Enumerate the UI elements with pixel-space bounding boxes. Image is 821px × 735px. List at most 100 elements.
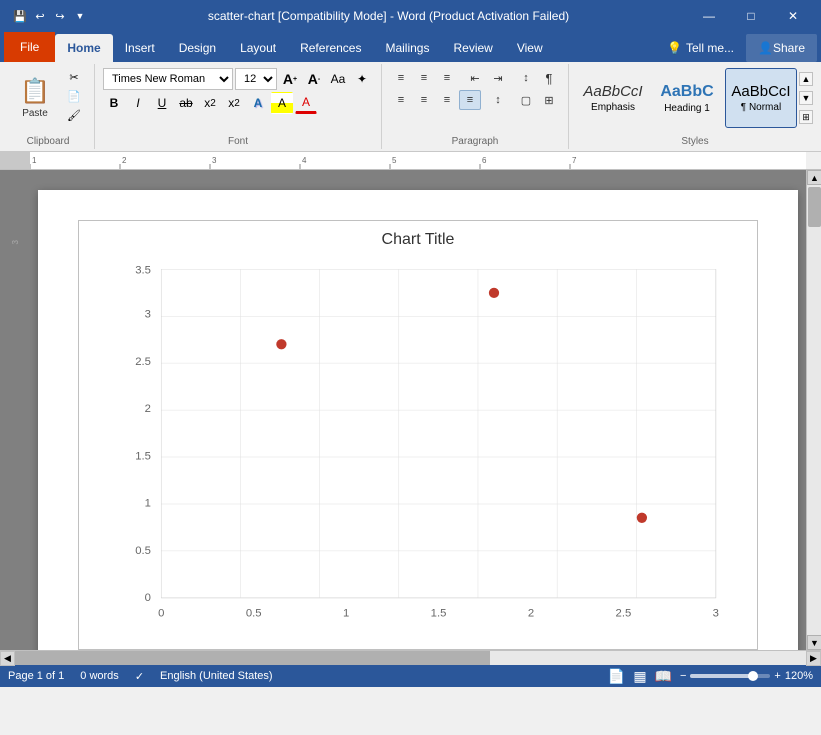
zoom-level[interactable]: 120% [785,670,813,682]
language[interactable]: English (United States) [160,670,273,682]
minimize-button[interactable]: — [689,0,729,32]
font-color-button[interactable]: A [295,92,317,114]
tab-layout[interactable]: Layout [228,34,288,62]
zoom-plus-button[interactable]: + [774,670,780,682]
proofing-icon[interactable]: ✓ [135,670,144,683]
cut-button[interactable]: ✂ [62,68,86,86]
align-left-button[interactable]: ≡ [390,90,412,110]
view-read-icon[interactable]: 📖 [655,668,672,685]
underline-button[interactable]: U [151,92,173,114]
zoom-slider[interactable] [690,674,770,678]
share-button[interactable]: 👤 Share [746,34,817,62]
vertical-scrollbar[interactable]: ▲ ▼ [806,170,821,650]
normal-label: ¶ Normal [741,102,781,113]
styles-scroll-down[interactable]: ▼ [799,91,813,105]
italic-button[interactable]: I [127,92,149,114]
clear-formatting-button[interactable]: ✦ [351,68,373,90]
svg-text:1.5: 1.5 [135,450,151,462]
styles-scroll-up[interactable]: ▲ [799,72,813,86]
data-point-2[interactable] [489,288,499,298]
document-scroll[interactable]: Chart Title [30,170,806,650]
align-right-button[interactable]: ≡ [436,90,458,110]
page-info: Page 1 of 1 [8,670,64,682]
scroll-thumb[interactable] [808,187,821,227]
zoom-minus-button[interactable]: − [680,670,686,682]
styles-arrow[interactable]: ▲ ▼ ⊞ [799,68,813,128]
maximize-button[interactable]: □ [731,0,771,32]
tab-review[interactable]: Review [441,34,504,62]
window-controls[interactable]: — □ ✕ [689,0,813,32]
strikethrough-button[interactable]: ab [175,92,197,114]
scroll-track[interactable] [807,185,821,635]
ribbon-group-paragraph: ≡ ≡ ≡ ⇤ ⇥ ↕ ¶ ≡ ≡ ≡ ≡ ↕ [382,64,569,149]
tab-mailings[interactable]: Mailings [373,34,441,62]
data-point-3[interactable] [637,513,647,523]
scroll-left-button[interactable]: ◀ [0,651,15,666]
styles-container: AaBbCcI Emphasis AaBbC Heading 1 AaBbCcI… [577,68,813,128]
style-emphasis[interactable]: AaBbCcI Emphasis [577,68,649,128]
tab-home[interactable]: Home [55,34,112,62]
style-normal[interactable]: AaBbCcI ¶ Normal [725,68,797,128]
tab-design[interactable]: Design [167,34,228,62]
horizontal-scrollbar[interactable]: ◀ ▶ [0,650,821,665]
style-heading1[interactable]: AaBbC Heading 1 [651,68,723,128]
tab-view[interactable]: View [505,34,555,62]
h-scroll-track[interactable] [15,651,806,665]
bullets-button[interactable]: ≡ [390,68,412,88]
styles-expand[interactable]: ⊞ [799,110,813,124]
grow-font-button[interactable]: A+ [279,68,301,90]
svg-text:3: 3 [212,156,217,165]
chart-area: 0 0.5 1 1.5 2 2.5 3 3.5 0 0.5 1 [89,259,747,639]
svg-text:0: 0 [158,607,164,619]
scroll-down-button[interactable]: ▼ [807,635,821,650]
data-point-1[interactable] [276,339,286,349]
quick-access-arrow[interactable]: ▼ [72,8,88,24]
tab-insert[interactable]: Insert [113,34,167,62]
view-normal-icon[interactable]: 📄 [608,668,625,685]
close-button[interactable]: ✕ [773,0,813,32]
font-family-select[interactable]: Times New Roman [103,68,233,90]
save-icon[interactable]: 💾 [12,8,28,24]
decrease-indent-button[interactable]: ⇤ [464,68,486,88]
shading-button[interactable]: ▢ [515,90,537,110]
tab-tell-me[interactable]: 💡 Tell me... [655,34,746,62]
svg-text:1: 1 [32,156,37,165]
svg-text:7: 7 [572,156,577,165]
increase-indent-button[interactable]: ⇥ [487,68,509,88]
sort-button[interactable]: ↕ [515,68,537,88]
borders-button[interactable]: ⊞ [538,90,560,110]
undo-icon[interactable]: ↩ [32,8,48,24]
clipboard-label: Clipboard [27,136,70,147]
subscript-button[interactable]: x2 [199,92,221,114]
justify-button[interactable]: ≡ [459,90,481,110]
show-marks-button[interactable]: ¶ [538,68,560,88]
shrink-font-button[interactable]: A- [303,68,325,90]
window-title: scatter-chart [Compatibility Mode] - Wor… [88,9,689,23]
title-bar-controls[interactable]: 💾 ↩ ↪ ▼ [12,8,88,24]
styles-label: Styles [681,136,708,147]
multilevel-button[interactable]: ≡ [436,68,458,88]
format-painter-button[interactable]: 🖌 [62,106,86,124]
numbering-button[interactable]: ≡ [413,68,435,88]
line-spacing-button[interactable]: ↕ [487,90,509,110]
tab-file[interactable]: File [4,32,55,62]
superscript-button[interactable]: x2 [223,92,245,114]
zoom-thumb[interactable] [748,671,758,681]
tab-references[interactable]: References [288,34,373,62]
font-size-select[interactable]: 12 [235,68,277,90]
scroll-right-button[interactable]: ▶ [806,651,821,666]
copy-button[interactable]: 📄 [62,87,86,105]
change-case-button[interactable]: Aa [327,68,349,90]
text-highlight-button[interactable]: A [271,92,293,114]
chart-container[interactable]: Chart Title [78,220,758,650]
center-button[interactable]: ≡ [413,90,435,110]
view-layout-icon[interactable]: ▦ [633,668,646,685]
text-effects-button[interactable]: A [247,92,269,114]
scroll-up-button[interactable]: ▲ [807,170,821,185]
bold-button[interactable]: B [103,92,125,114]
h-scroll-thumb[interactable] [15,651,490,665]
paste-button[interactable]: 📋 Paste [10,68,60,128]
ribbon-group-styles: AaBbCcI Emphasis AaBbC Heading 1 AaBbCcI… [569,64,821,149]
clipboard-small-buttons: ✂ 📄 🖌 [62,68,86,124]
redo-icon[interactable]: ↪ [52,8,68,24]
